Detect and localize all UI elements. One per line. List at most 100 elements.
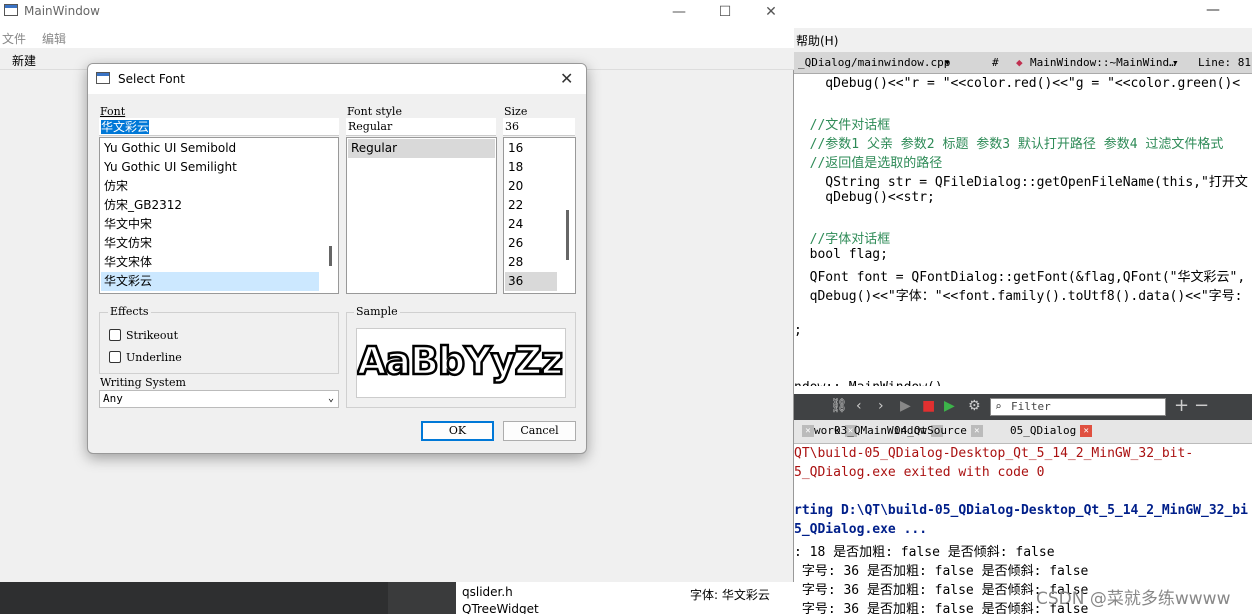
- close-icon[interactable]: ✕: [1080, 425, 1093, 437]
- file-item[interactable]: QTreeWidget: [462, 602, 539, 614]
- code-line: //字体对话框: [794, 232, 891, 247]
- menu-edit[interactable]: 编辑: [42, 30, 66, 47]
- font-style-list[interactable]: Regular: [346, 137, 497, 294]
- main-window-menubar: 文件 编辑: [0, 26, 794, 48]
- plus-icon[interactable]: +: [1174, 395, 1189, 416]
- size-list-item[interactable]: 22: [505, 196, 557, 215]
- code-line: bool flag;: [794, 247, 888, 262]
- size-list-item[interactable]: 24: [505, 215, 557, 234]
- underline-checkbox[interactable]: [109, 351, 121, 363]
- size-list-item[interactable]: 20: [505, 177, 557, 196]
- editor-tabbar: _QDialog/mainwindow.cpp ▾ # ◆ MainWindow…: [794, 52, 1252, 74]
- select-font-dialog: Select Font ✕ Font Font style Size 华文彩云 …: [87, 63, 587, 454]
- chevron-left-icon[interactable]: ‹: [856, 398, 862, 414]
- dialog-title: Select Font: [118, 72, 185, 86]
- close-icon[interactable]: ✕: [802, 425, 814, 437]
- font-list-item[interactable]: 华文彩云: [101, 272, 319, 291]
- dialog-titlebar: Select Font ✕: [88, 64, 586, 94]
- new-button[interactable]: 新建: [12, 52, 36, 69]
- font-label: Font: [100, 105, 125, 118]
- code-editor[interactable]: qDebug()<<"r = "<<color.red()<<"g = "<<c…: [794, 74, 1252, 386]
- debug-run-icon[interactable]: ▶: [944, 398, 955, 414]
- symbol-selector[interactable]: MainWindow::~MainWind…: [1030, 56, 1176, 69]
- strikeout-checkbox[interactable]: [109, 329, 121, 341]
- output-tab-label: 04_QtSource: [894, 424, 967, 437]
- menu-help[interactable]: 帮助(H): [796, 32, 838, 49]
- output-line: 5_QDialog.exe ...: [794, 522, 928, 537]
- output-prefix-text: 字体: 华文彩云: [690, 588, 770, 602]
- font-list-item[interactable]: Yu Gothic UI Semilight: [101, 158, 319, 177]
- hash-icon[interactable]: #: [992, 56, 999, 69]
- output-tab[interactable]: 04_QtSource ✕: [894, 424, 983, 437]
- font-label-text: Font: [100, 105, 126, 118]
- minimize-button[interactable]: —: [656, 0, 702, 26]
- font-list-item[interactable]: 仿宋: [101, 177, 319, 196]
- font-list-item[interactable]: 华文宋体: [101, 253, 319, 272]
- effects-group: [99, 312, 339, 374]
- sample-text: AaBbYyZz: [357, 338, 564, 385]
- gear-icon[interactable]: ⚙: [968, 398, 981, 414]
- project-file-list: qslider.h QTreeWidget: [456, 582, 686, 614]
- menu-file[interactable]: 文件: [2, 30, 26, 47]
- size-list-item[interactable]: 26: [505, 234, 557, 253]
- output-tabs: ✕ work ✕ 03_QMainWindow ✕ 04_QtSource ✕ 05_QDia…: [794, 420, 1252, 444]
- hammer-icon[interactable]: [388, 582, 456, 614]
- build-icon[interactable]: ⛓: [830, 398, 848, 414]
- size-list-item[interactable]: 18: [505, 158, 557, 177]
- stop-icon[interactable]: ■: [922, 398, 935, 414]
- font-input[interactable]: 华文彩云: [99, 118, 339, 136]
- writing-system-value: Any: [103, 392, 123, 405]
- sample-preview: AaBbYyZz: [356, 328, 566, 398]
- chevron-right-icon[interactable]: ›: [878, 398, 884, 414]
- code-line: //返回值是选取的路径: [794, 156, 943, 171]
- cancel-button[interactable]: Cancel: [503, 421, 576, 441]
- writing-system-select[interactable]: Any ⌄: [99, 390, 339, 408]
- window-icon: [4, 4, 18, 16]
- size-list-scrollbar[interactable]: [566, 210, 569, 260]
- output-line: rting D:\QT\build-05_QDialog-Desktop_Qt_…: [794, 503, 1248, 518]
- ide-menubar: 帮助(H): [794, 28, 1252, 52]
- output-line-prefix: 字体: 华文彩云: [686, 582, 794, 614]
- font-style-item[interactable]: Regular: [348, 139, 495, 158]
- size-list[interactable]: 16 18 20 22 24 26 28 36: [503, 137, 576, 294]
- run-icon[interactable]: ▶: [900, 398, 911, 414]
- close-button[interactable]: ✕: [748, 0, 794, 26]
- minus-icon[interactable]: −: [1194, 395, 1209, 416]
- symbol-icon: ◆: [1016, 56, 1023, 69]
- underline-label[interactable]: Underline: [126, 351, 182, 364]
- size-list-item[interactable]: 16: [505, 139, 557, 158]
- font-list-item[interactable]: 仿宋_GB2312: [101, 196, 319, 215]
- filter-placeholder: Filter: [1011, 400, 1051, 413]
- code-line: qDebug()<<"字体："<<font.family().toUtf8().…: [794, 289, 1243, 304]
- output-line: : 18 是否加粗: false 是否倾斜: false: [794, 545, 1055, 560]
- file-item[interactable]: qslider.h: [462, 585, 513, 599]
- csdn-watermark: CSDN @菜就多练wwww: [1036, 589, 1231, 609]
- close-icon[interactable]: ✕: [970, 425, 983, 437]
- size-list-item[interactable]: 36: [505, 272, 557, 291]
- line-indicator[interactable]: Line: 81,: [1198, 56, 1252, 69]
- font-style-input[interactable]: Regular: [346, 118, 496, 136]
- font-list-item[interactable]: 华文中宋: [101, 215, 319, 234]
- editor-file-selector[interactable]: _QDialog/mainwindow.cpp: [798, 56, 950, 69]
- chevron-down-icon[interactable]: ▾: [1172, 56, 1179, 69]
- size-input[interactable]: 36: [503, 118, 575, 136]
- font-list-scrollbar[interactable]: [329, 246, 332, 266]
- output-tab-label: 05_QDialog: [1010, 424, 1077, 437]
- close-icon[interactable]: ✕: [560, 69, 573, 88]
- font-list-item[interactable]: Yu Gothic UI Semibold: [101, 139, 319, 158]
- code-line: qDebug()<<str;: [794, 190, 935, 205]
- maximize-button[interactable]: ☐: [702, 0, 748, 26]
- output-line: 字号: 36 是否加粗: false 是否倾斜: false: [794, 564, 1089, 579]
- main-window-titlebar: MainWindow — ☐ ✕: [0, 0, 794, 26]
- chevron-down-icon[interactable]: ▾: [944, 56, 951, 69]
- strikeout-label[interactable]: Strikeout: [126, 329, 178, 342]
- size-list-item[interactable]: 28: [505, 253, 557, 272]
- font-list[interactable]: Yu Gothic UI Semibold Yu Gothic UI Semili…: [99, 137, 339, 294]
- output-line: 5_QDialog.exe exited with code 0: [794, 465, 1045, 480]
- chevron-down-icon: ⌄: [327, 393, 334, 404]
- output-tab[interactable]: 05_QDialog ✕: [1010, 424, 1093, 437]
- filter-input[interactable]: ⌕ Filter: [990, 398, 1166, 416]
- font-list-item[interactable]: 华文仿宋: [101, 234, 319, 253]
- ok-button[interactable]: OK: [421, 421, 494, 441]
- ide-minimize-button[interactable]: —: [1206, 2, 1220, 18]
